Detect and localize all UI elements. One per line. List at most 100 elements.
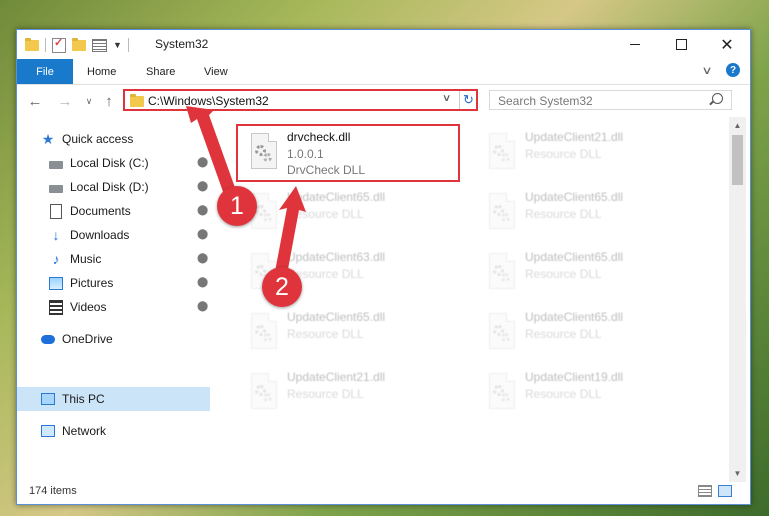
pin-icon[interactable]: ⬤ (197, 229, 208, 240)
maximize-button[interactable] (658, 30, 704, 59)
pin-icon[interactable]: ⬤ (197, 205, 208, 216)
search-icon[interactable] (712, 93, 723, 104)
network-icon (41, 424, 55, 438)
folder-icon[interactable] (25, 37, 39, 51)
file-item[interactable]: UpdateClient65.dll Resource DLL (479, 307, 694, 361)
window-title: System32 (155, 37, 209, 51)
step-badge-2: 2 (262, 267, 302, 307)
file-name: UpdateClient65.dll (525, 310, 624, 324)
file-item[interactable]: UpdateClient21.dll Resource DLL (241, 367, 456, 421)
file-description: Resource DLL (525, 207, 602, 221)
help-icon[interactable]: ? (726, 63, 740, 77)
sidebar-item-label: Quick access (62, 132, 134, 146)
sidebar-item-onedrive[interactable]: OneDrive (17, 327, 210, 351)
download-icon: ↓ (52, 227, 60, 243)
tab-file[interactable]: File (17, 59, 73, 84)
minimize-button[interactable] (612, 30, 658, 59)
navigation-bar: ← → ∨ ↑ C:\Windows\System32 ∨ ↻ Search S… (17, 85, 750, 117)
file-item[interactable]: UpdateClient65.dll Resource DLL (479, 247, 694, 301)
vertical-scrollbar[interactable]: ▲ ▼ (729, 117, 746, 482)
sidebar-item-label: Videos (70, 300, 107, 314)
properties-icon[interactable] (52, 36, 66, 53)
address-bar[interactable]: C:\Windows\System32 ∨ ↻ (123, 89, 478, 111)
customize-toolbar-chevron-icon[interactable]: ▼ (113, 40, 122, 50)
quick-access-toolbar: ▼ (25, 36, 129, 54)
new-folder-icon[interactable] (72, 37, 86, 51)
folder-icon (130, 94, 144, 107)
sidebar-item-label: Network (62, 424, 107, 438)
file-highlight-box (236, 124, 460, 182)
pin-icon[interactable]: ⬤ (197, 301, 208, 312)
file-description: Resource DLL (525, 147, 602, 161)
dll-file-icon (487, 373, 519, 413)
tab-view[interactable]: View (204, 59, 228, 84)
pin-icon[interactable]: ⬤ (197, 277, 208, 288)
file-item[interactable]: UpdateClient21.dll Resource DLL (479, 127, 694, 181)
sidebar-item-videos[interactable]: Videos ⬤ (17, 295, 210, 319)
file-item[interactable]: UpdateClient65.dll Resource DLL (241, 307, 456, 361)
sidebar-item-network[interactable]: Network (17, 419, 210, 443)
sidebar-item-label: Documents (70, 204, 131, 218)
address-path[interactable]: C:\Windows\System32 (148, 94, 269, 108)
sidebar-item-documents[interactable]: Documents ⬤ (17, 199, 210, 223)
pin-icon[interactable]: ⬤ (197, 157, 208, 168)
dll-file-icon (487, 253, 519, 293)
videos-icon (49, 299, 63, 315)
tab-share[interactable]: Share (146, 59, 175, 84)
item-count: 174 items (29, 485, 77, 497)
toolbar-separator (45, 38, 46, 52)
cloud-icon (41, 332, 55, 346)
sidebar-item-label: Music (70, 252, 102, 266)
file-description: Resource DLL (525, 267, 602, 281)
minimize-icon (630, 44, 640, 45)
refresh-icon[interactable]: ↻ (459, 91, 477, 109)
search-input[interactable]: Search System32 (489, 90, 732, 110)
sidebar-item-pictures[interactable]: Pictures ⬤ (17, 271, 210, 295)
file-item[interactable]: UpdateClient65.dll Resource DLL (241, 187, 456, 241)
file-description: Resource DLL (287, 327, 364, 341)
pin-icon[interactable]: ⬤ (197, 181, 208, 192)
details-view-icon[interactable] (698, 485, 712, 497)
scrollbar-thumb[interactable] (732, 135, 743, 185)
sidebar-item-this-pc[interactable]: This PC (17, 387, 210, 411)
file-description: Resource DLL (525, 387, 602, 401)
sidebar-item-local-disk-d[interactable]: Local Disk (D:) ⬤ (17, 175, 210, 199)
back-arrow-icon[interactable]: ← (25, 91, 45, 111)
file-name: UpdateClient63.dll (287, 250, 386, 264)
dll-file-icon (487, 193, 519, 233)
expand-ribbon-chevron-icon[interactable]: ∨ (701, 64, 712, 77)
file-name: UpdateClient65.dll (287, 310, 386, 324)
title-bar: ▼ System32 ✕ (17, 30, 750, 59)
pin-icon[interactable]: ⬤ (197, 253, 208, 264)
status-bar: 174 items (17, 482, 750, 504)
drive-icon (49, 156, 63, 170)
pictures-icon (49, 276, 63, 290)
view-options-icon[interactable] (92, 38, 107, 52)
sidebar-item-downloads[interactable]: ↓ Downloads ⬤ (17, 223, 210, 247)
forward-arrow-icon[interactable]: → (55, 91, 75, 111)
drive-icon (49, 180, 63, 194)
recent-locations-chevron-icon[interactable]: ∨ (79, 91, 99, 111)
scroll-up-arrow-icon[interactable]: ▲ (729, 117, 746, 134)
step-badge-1: 1 (217, 186, 257, 226)
sidebar-item-local-disk-c[interactable]: Local Disk (C:) ⬤ (17, 151, 210, 175)
sidebar-item-music[interactable]: ♪ Music ⬤ (17, 247, 210, 271)
sidebar-item-label: Pictures (70, 276, 114, 290)
file-name: UpdateClient21.dll (525, 130, 624, 144)
sidebar-item-label: Downloads (70, 228, 130, 242)
file-description: Resource DLL (287, 207, 364, 221)
tab-home[interactable]: Home (87, 59, 116, 84)
file-item[interactable]: UpdateClient19.dll Resource DLL (479, 367, 694, 421)
computer-icon (41, 392, 55, 406)
maximize-icon (675, 39, 687, 50)
sidebar-item-quick-access[interactable]: ★ Quick access (17, 127, 210, 151)
file-item[interactable]: UpdateClient65.dll Resource DLL (479, 187, 694, 241)
close-button[interactable]: ✕ (704, 30, 750, 59)
sidebar-item-label: This PC (62, 392, 105, 406)
sidebar-item-label: Local Disk (C:) (70, 156, 149, 170)
large-icons-view-icon[interactable] (718, 485, 732, 497)
scroll-down-arrow-icon[interactable]: ▼ (729, 465, 746, 482)
address-dropdown-chevron-icon[interactable]: ∨ (442, 93, 452, 104)
file-name: UpdateClient19.dll (525, 370, 624, 384)
up-arrow-icon[interactable]: ↑ (99, 91, 119, 111)
